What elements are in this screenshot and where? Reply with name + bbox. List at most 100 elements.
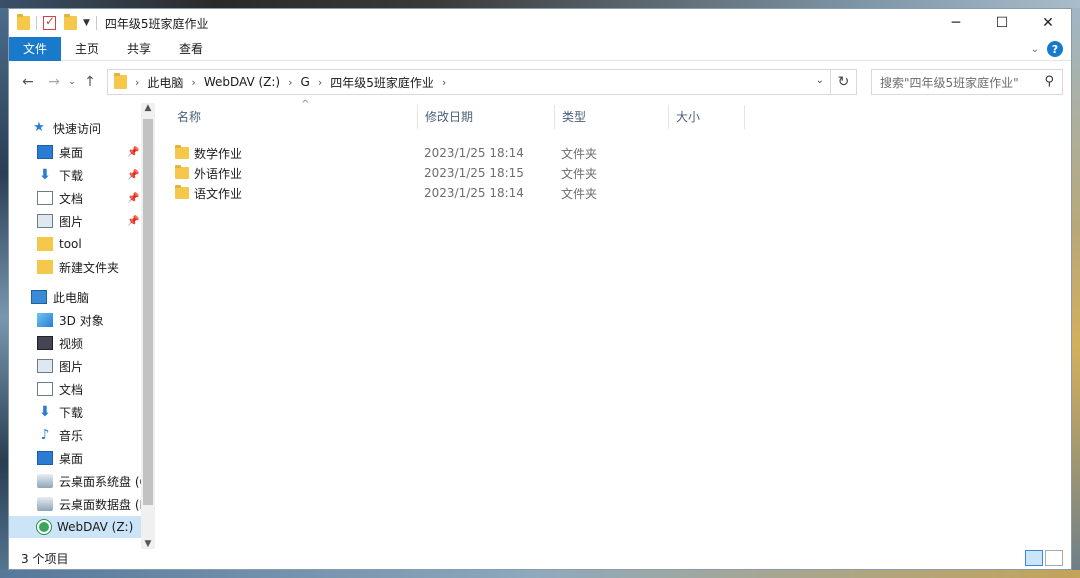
column-divider[interactable]: [744, 105, 745, 129]
sidebar-item-this-pc[interactable]: 此电脑: [31, 286, 89, 308]
help-icon[interactable]: ?: [1047, 41, 1063, 57]
sidebar-item-system-drive[interactable]: 云桌面系统盘 (C: [37, 470, 148, 492]
search-input[interactable]: 搜索"四年级5班家庭作业" ⚲: [871, 69, 1063, 95]
properties-icon[interactable]: [43, 14, 56, 30]
picture-icon: [37, 359, 53, 373]
window-title: 四年级5班家庭作业: [104, 16, 209, 31]
maximize-button[interactable]: ☐: [979, 9, 1025, 37]
sidebar-item-documents[interactable]: 文档 📌: [37, 187, 141, 209]
sidebar-item-pictures[interactable]: 图片 📌: [37, 210, 141, 232]
download-icon: ⬇: [39, 167, 51, 183]
folder-icon: [175, 145, 189, 159]
sidebar-item-documents[interactable]: 文档: [37, 378, 83, 400]
sidebar-item-desktop[interactable]: 桌面: [37, 447, 83, 469]
up-icon[interactable]: ↑: [79, 74, 101, 90]
column-header-name[interactable]: 名称 ^: [169, 99, 417, 129]
file-name: 外语作业: [194, 166, 243, 181]
pin-icon: 📌: [127, 146, 140, 158]
chevron-down-icon[interactable]: ⌄: [1031, 44, 1039, 55]
document-icon: [37, 382, 53, 396]
divider: [36, 16, 37, 30]
item-count: 3 个项目: [21, 551, 69, 566]
3d-objects-icon: [37, 313, 53, 327]
column-header-size[interactable]: 大小: [668, 103, 744, 129]
chevron-right-icon[interactable]: ›: [191, 76, 195, 89]
desktop-background-top: [0, 0, 1080, 8]
download-icon: ⬇: [39, 404, 51, 420]
file-name: 数学作业: [194, 146, 243, 161]
tab-share[interactable]: 共享: [113, 37, 165, 61]
sidebar-item-quick-access[interactable]: ★ 快速访问: [31, 117, 101, 139]
table-row[interactable]: 语文作业 2023/1/25 18:14 文件夹: [175, 183, 735, 203]
address-dropdown-icon[interactable]: ⌄: [816, 75, 824, 86]
desktop-icon: [37, 145, 53, 159]
sidebar-item-videos[interactable]: 视频: [37, 332, 83, 354]
desktop-background-right: [1072, 0, 1080, 578]
sidebar-item-pictures[interactable]: 图片: [37, 355, 83, 377]
sidebar-item-desktop[interactable]: 桌面 📌: [37, 141, 141, 163]
drive-icon: [37, 474, 53, 488]
sidebar-item-label: 下载: [59, 405, 84, 420]
breadcrumb-webdav[interactable]: WebDAV (Z:): [204, 75, 280, 89]
folder-icon: [37, 237, 53, 251]
sidebar-item-label: 下载: [59, 168, 84, 183]
sidebar-item-music[interactable]: ♪ 音乐: [37, 424, 83, 446]
table-row[interactable]: 数学作业 2023/1/25 18:14 文件夹: [175, 143, 735, 163]
breadcrumb-current-folder[interactable]: 四年级5班家庭作业: [330, 74, 434, 91]
scrollbar-thumb[interactable]: [143, 119, 153, 505]
computer-icon: [31, 290, 47, 304]
quick-access-toolbar-dropdown-icon[interactable]: ▼: [83, 18, 90, 28]
view-switcher: [1023, 550, 1063, 566]
column-header-date[interactable]: 修改日期: [417, 103, 554, 129]
breadcrumb-g[interactable]: G: [301, 75, 310, 89]
chevron-right-icon[interactable]: ›: [135, 76, 139, 89]
tab-home[interactable]: 主页: [61, 37, 113, 61]
new-folder-icon[interactable]: [64, 14, 77, 30]
sidebar-item-data-drive[interactable]: 云桌面数据盘 (D: [37, 493, 149, 515]
column-label: 类型: [562, 109, 587, 124]
sidebar-item-label: 图片: [59, 359, 84, 374]
close-button[interactable]: ✕: [1025, 9, 1071, 37]
sidebar-item-new-folder[interactable]: 新建文件夹: [37, 256, 119, 278]
large-icons-view-icon[interactable]: [1045, 550, 1063, 566]
back-icon[interactable]: ←: [17, 74, 39, 90]
sort-ascending-icon: ^: [301, 99, 310, 110]
chevron-right-icon[interactable]: ›: [318, 76, 322, 89]
sidebar-item-webdav[interactable]: WebDAV (Z:): [9, 516, 141, 538]
sidebar-scrollbar[interactable]: ▲ ▼: [141, 103, 155, 549]
recent-locations-icon[interactable]: ⌄: [65, 77, 79, 87]
sidebar-item-tool[interactable]: tool: [37, 233, 82, 255]
column-header-type[interactable]: 类型: [554, 103, 668, 129]
minimize-button[interactable]: ─: [933, 9, 979, 37]
scroll-up-icon[interactable]: ▲: [141, 103, 155, 113]
sidebar-item-label: 新建文件夹: [59, 260, 120, 275]
forward-icon[interactable]: →: [43, 74, 65, 90]
folder-icon: [37, 260, 53, 274]
table-row[interactable]: 外语作业 2023/1/25 18:15 文件夹: [175, 163, 735, 183]
desktop-background-bottom: [0, 570, 1080, 578]
tab-file[interactable]: 文件: [9, 36, 62, 61]
sidebar-item-downloads[interactable]: ⬇ 下载: [37, 401, 83, 423]
sidebar-item-label: 音乐: [59, 428, 84, 443]
video-icon: [37, 336, 53, 350]
window-controls: ─ ☐ ✕: [933, 9, 1071, 37]
search-icon[interactable]: ⚲: [1044, 74, 1054, 89]
sidebar-item-label: 图片: [59, 214, 84, 229]
file-type: 文件夹: [561, 186, 598, 201]
pin-icon: 📌: [127, 169, 140, 181]
folder-icon: [175, 185, 189, 199]
details-view-icon[interactable]: [1025, 550, 1043, 566]
folder-icon: [17, 14, 30, 30]
tab-view[interactable]: 查看: [165, 37, 217, 61]
address-bar[interactable]: › 此电脑 › WebDAV (Z:) › G › 四年级5班家庭作业 › ⌄: [107, 69, 831, 95]
sidebar-item-label: tool: [59, 237, 82, 251]
chevron-right-icon[interactable]: ›: [442, 76, 446, 89]
sidebar-item-3d-objects[interactable]: 3D 对象: [37, 309, 104, 331]
refresh-button[interactable]: ↻: [831, 69, 857, 95]
breadcrumb-this-pc[interactable]: 此电脑: [147, 74, 183, 91]
file-list: 名称 ^ 修改日期 类型 大小 数学作业 2023/1/25 18:14 文件夹…: [159, 99, 1065, 549]
chevron-right-icon[interactable]: ›: [288, 76, 292, 89]
sidebar-item-downloads[interactable]: ⬇ 下载 📌: [37, 164, 141, 186]
picture-icon: [37, 214, 53, 228]
desktop-icon: [37, 451, 53, 465]
